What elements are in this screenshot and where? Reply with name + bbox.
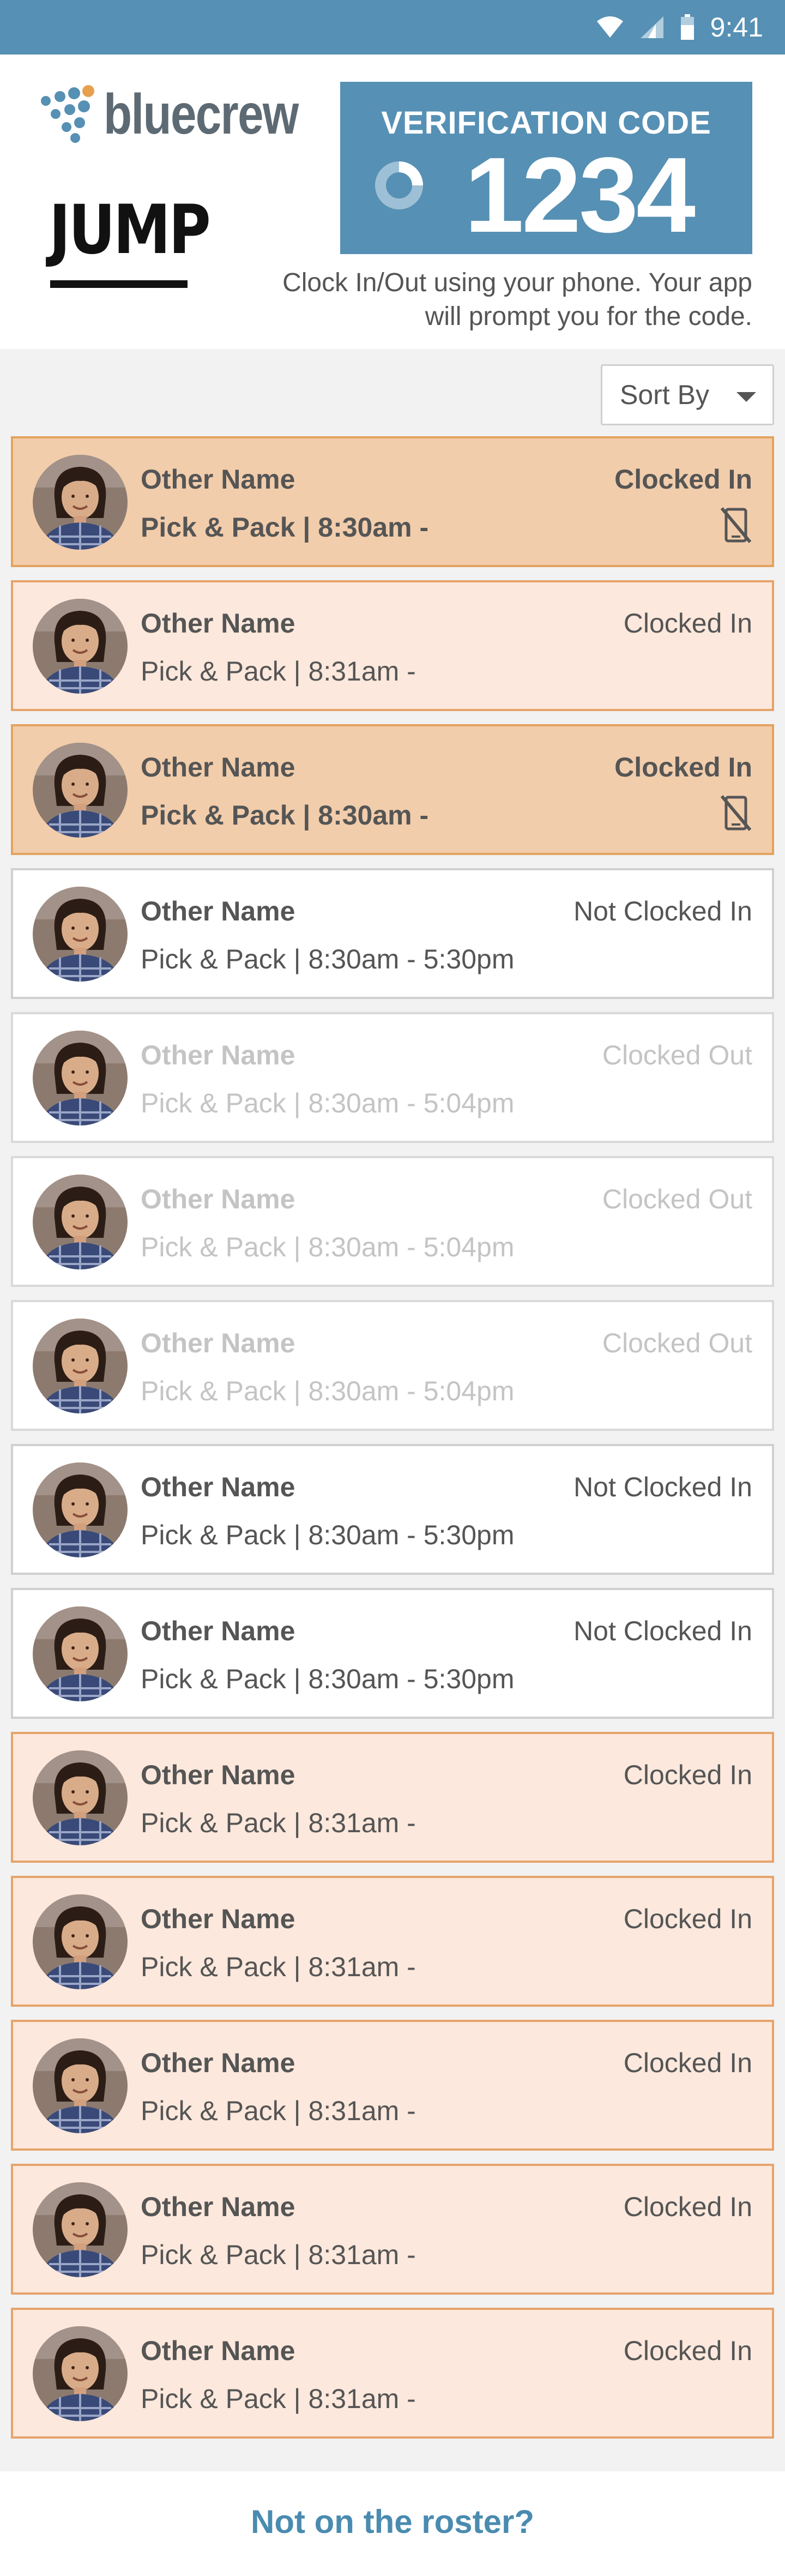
worker-name: Other Name xyxy=(141,2192,295,2222)
roster-list: Other Name Pick & Pack | 8:30am - Clocked … xyxy=(11,436,774,2452)
avatar xyxy=(33,2326,128,2421)
roster-card[interactable]: Other Name Pick & Pack | 8:30am - Clocked … xyxy=(11,436,774,567)
avatar xyxy=(33,1462,128,1557)
shift-info: Pick & Pack | 8:30am - 5:30pm xyxy=(141,1664,515,1694)
avatar xyxy=(33,1031,128,1126)
footer: Not on the roster? xyxy=(0,2471,785,2576)
client-logo: JUMP xyxy=(49,191,211,269)
roster-card[interactable]: Other Name Pick & Pack | 8:30am - 5:04pm C… xyxy=(11,1156,774,1287)
verification-code-value: 1234 xyxy=(464,135,696,255)
status-label: Not Clocked In xyxy=(573,1472,752,1502)
header: bluecrew JUMP VERIFICATION CODE 1234 Clo… xyxy=(0,55,785,349)
status-time: 9:41 xyxy=(710,12,763,43)
worker-name: Other Name xyxy=(141,1328,295,1358)
battery-icon xyxy=(680,14,694,40)
roster-card[interactable]: Other Name Pick & Pack | 8:31am - Clocked … xyxy=(11,2308,774,2439)
avatar xyxy=(33,887,128,982)
shift-info: Pick & Pack | 8:31am - xyxy=(141,2384,416,2414)
shift-info: Pick & Pack | 8:31am - xyxy=(141,1808,416,1838)
worker-name: Other Name xyxy=(141,1184,295,1214)
avatar xyxy=(33,2038,128,2133)
status-label: Clocked In xyxy=(623,1904,752,1934)
shift-info: Pick & Pack | 8:31am - xyxy=(141,2096,416,2126)
status-label: Clocked Out xyxy=(602,1184,752,1214)
avatar xyxy=(33,455,128,550)
signal-icon xyxy=(640,16,663,38)
no-phone-icon xyxy=(720,506,752,547)
clock-instructions: Clock In/Out using your phone. Your app … xyxy=(282,268,752,331)
worker-name: Other Name xyxy=(141,2048,295,2078)
roster-card[interactable]: Other Name Pick & Pack | 8:31am - Clocked … xyxy=(11,2164,774,2295)
worker-name: Other Name xyxy=(141,464,295,495)
roster-card[interactable]: Other Name Pick & Pack | 8:30am - 5:04pm C… xyxy=(11,1300,774,1431)
status-label: Clocked In xyxy=(623,2336,752,2366)
shift-info: Pick & Pack | 8:30am - xyxy=(141,800,429,830)
roster-card[interactable]: Other Name Pick & Pack | 8:30am - 5:30pm N… xyxy=(11,1444,774,1575)
roster-card[interactable]: Other Name Pick & Pack | 8:30am - 5:04pm C… xyxy=(11,1012,774,1143)
brand-name: bluecrew xyxy=(104,82,299,146)
status-label: Clocked In xyxy=(623,2192,752,2222)
status-label: Not Clocked In xyxy=(573,1616,752,1646)
timer-icon xyxy=(375,161,423,209)
roster-card[interactable]: Other Name Pick & Pack | 8:31am - Clocked … xyxy=(11,580,774,711)
worker-name: Other Name xyxy=(141,2336,295,2366)
status-label: Clocked In xyxy=(614,464,752,495)
status-label: Clocked In xyxy=(623,608,752,639)
status-label: Clocked In xyxy=(623,1760,752,1790)
worker-name: Other Name xyxy=(141,1472,295,1502)
avatar xyxy=(33,743,128,838)
shift-info: Pick & Pack | 8:30am - 5:04pm xyxy=(141,1232,515,1262)
worker-name: Other Name xyxy=(141,896,295,926)
roster-card[interactable]: Other Name Pick & Pack | 8:30am - 5:30pm N… xyxy=(11,1588,774,1719)
avatar xyxy=(33,1175,128,1269)
shift-info: Pick & Pack | 8:30am - 5:30pm xyxy=(141,944,515,974)
worker-name: Other Name xyxy=(141,608,295,639)
client-logo-underline xyxy=(50,280,188,288)
avatar xyxy=(33,1606,128,1701)
shift-info: Pick & Pack | 8:31am - xyxy=(141,656,416,687)
chevron-down-icon xyxy=(736,392,756,402)
avatar xyxy=(33,1894,128,1989)
status-label: Clocked In xyxy=(623,2048,752,2078)
no-phone-icon xyxy=(720,794,752,835)
worker-name: Other Name xyxy=(141,1760,295,1790)
avatar xyxy=(33,1750,128,1845)
roster-card[interactable]: Other Name Pick & Pack | 8:30am - Clocked … xyxy=(11,724,774,855)
roster-card[interactable]: Other Name Pick & Pack | 8:31am - Clocked … xyxy=(11,1732,774,1863)
shift-info: Pick & Pack | 8:30am - 5:30pm xyxy=(141,1520,515,1550)
sort-by-dropdown[interactable]: Sort By xyxy=(601,364,774,425)
shift-info: Pick & Pack | 8:30am - 5:04pm xyxy=(141,1088,515,1118)
bluecrew-logo: bluecrew xyxy=(36,82,341,147)
bluecrew-dots-icon xyxy=(41,85,94,143)
roster-card[interactable]: Other Name Pick & Pack | 8:31am - Clocked … xyxy=(11,1876,774,2007)
status-bar: 9:41 xyxy=(0,0,785,55)
sort-by-label: Sort By xyxy=(620,380,709,410)
worker-name: Other Name xyxy=(141,752,295,783)
worker-name: Other Name xyxy=(141,1616,295,1646)
wifi-icon xyxy=(596,16,623,38)
avatar xyxy=(33,599,128,694)
avatar xyxy=(33,1319,128,1413)
shift-info: Pick & Pack | 8:30am - xyxy=(141,512,429,543)
roster-card[interactable]: Other Name Pick & Pack | 8:31am - Clocked … xyxy=(11,2020,774,2151)
roster-card[interactable]: Other Name Pick & Pack | 8:30am - 5:30pm N… xyxy=(11,868,774,999)
status-label: Clocked Out xyxy=(602,1328,752,1358)
status-label: Clocked In xyxy=(614,752,752,783)
shift-info: Pick & Pack | 8:31am - xyxy=(141,1952,416,1982)
worker-name: Other Name xyxy=(141,1040,295,1070)
status-label: Clocked Out xyxy=(602,1040,752,1070)
verification-code-panel: VERIFICATION CODE 1234 xyxy=(340,82,752,254)
status-label: Not Clocked In xyxy=(573,896,752,926)
not-on-roster-link[interactable]: Not on the roster? xyxy=(0,2503,785,2541)
shift-info: Pick & Pack | 8:30am - 5:04pm xyxy=(141,1376,515,1406)
shift-info: Pick & Pack | 8:31am - xyxy=(141,2240,416,2270)
worker-name: Other Name xyxy=(141,1904,295,1934)
avatar xyxy=(33,2182,128,2277)
